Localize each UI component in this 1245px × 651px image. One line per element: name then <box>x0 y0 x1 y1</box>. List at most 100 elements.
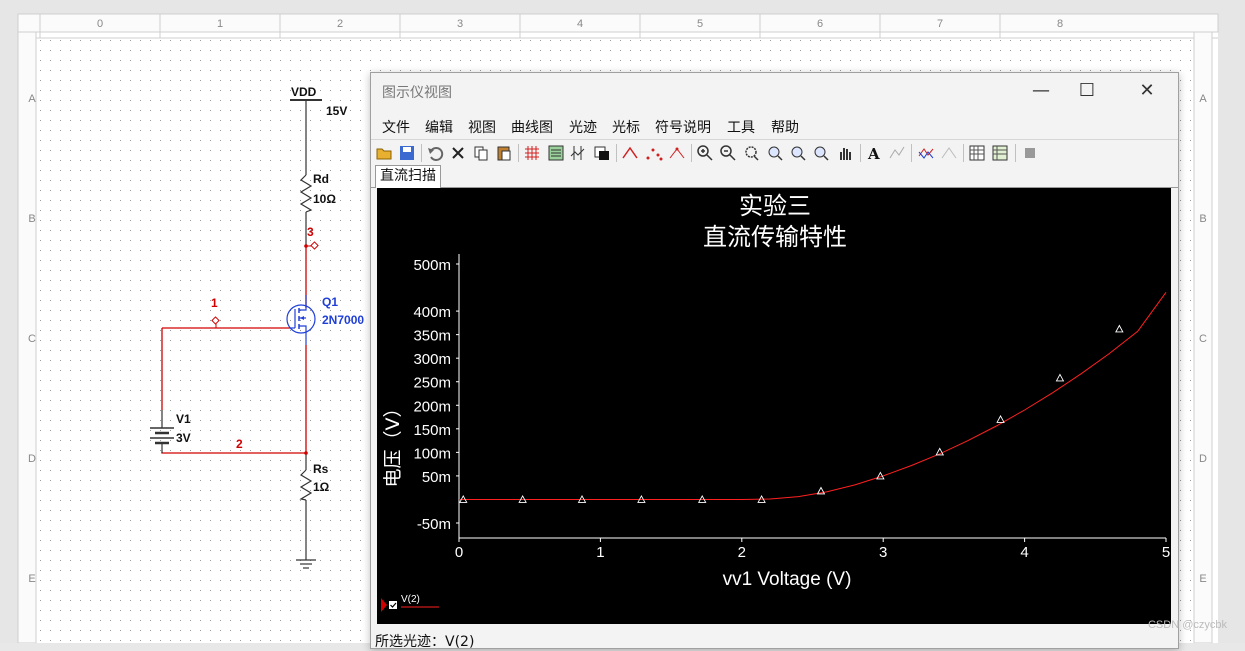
ruler-row-label-right: C <box>1199 333 1207 345</box>
paste-icon[interactable] <box>495 144 513 162</box>
rs-value: 1Ω <box>313 480 330 494</box>
v1-value: 3V <box>176 431 191 445</box>
undo-icon[interactable] <box>426 144 444 162</box>
copy-icon[interactable] <box>472 144 490 162</box>
cut-icon[interactable] <box>449 144 467 162</box>
ruler-row-label: C <box>28 333 36 345</box>
v1-name: V1 <box>176 412 191 426</box>
ruler-row-label: B <box>28 213 35 225</box>
ruler-row-label-right: E <box>1199 573 1206 585</box>
legend-icon[interactable] <box>547 144 565 162</box>
rs-name: Rs <box>313 462 329 476</box>
tab-dc-sweep[interactable]: 直流扫描 <box>375 165 441 188</box>
ruler-col-label: 6 <box>817 18 823 30</box>
x-tick-label: 1 <box>596 544 604 561</box>
window-title: 图示仪视图 <box>382 85 452 101</box>
text-annotation-icon[interactable]: A <box>865 144 883 162</box>
title-bar[interactable]: 图示仪视图 — ☐ ✕ <box>371 73 1178 109</box>
vdd-label: VDD <box>291 85 317 99</box>
menu-trace[interactable]: 光迹 <box>569 117 597 137</box>
cursors-icon[interactable] <box>569 144 587 162</box>
ruler-row-label: D <box>28 453 36 465</box>
plot-area[interactable]: 实验三 直流传输特性 500m400m350m300m250m200m150m1… <box>377 188 1171 624</box>
menu-edit[interactable]: 编辑 <box>425 117 453 137</box>
vdd-value: 15V <box>326 104 347 118</box>
tab-strip: 直流扫描 <box>371 165 1178 188</box>
y-tick-label: -50m <box>417 516 451 533</box>
export-excel-icon[interactable] <box>991 144 1009 162</box>
y-tick-label: 350m <box>413 328 451 345</box>
minimize-button[interactable]: — <box>1018 77 1064 105</box>
add-trace-icon[interactable] <box>940 144 958 162</box>
menu-graph[interactable]: 曲线图 <box>511 117 553 137</box>
pan-hand-icon[interactable] <box>836 144 854 162</box>
menu-tools[interactable]: 工具 <box>727 117 755 137</box>
rd-name: Rd <box>313 172 329 186</box>
y-tick-label: 150m <box>413 422 451 439</box>
legend-label: V(2) <box>401 594 420 605</box>
menu-file[interactable]: 文件 <box>382 117 410 137</box>
ruler-col-label: 0 <box>97 18 103 30</box>
ruler-row-label-right: B <box>1199 213 1206 225</box>
zoom-out-icon[interactable] <box>719 144 737 162</box>
x-axis-label: vv1 Voltage (V) <box>723 569 852 590</box>
menu-legend[interactable]: 符号说明 <box>655 117 711 137</box>
node-2-label: 2 <box>236 437 243 451</box>
dot-trace-icon[interactable] <box>645 144 663 162</box>
svg-text:A: A <box>867 145 880 162</box>
y-tick-label: 400m <box>413 304 451 321</box>
maximize-button[interactable]: ☐ <box>1064 77 1110 105</box>
ruler-col-label: 2 <box>337 18 343 30</box>
x-tick-label: 0 <box>455 544 463 561</box>
menu-cursor[interactable]: 光标 <box>612 117 640 137</box>
zoom-x-icon[interactable] <box>766 144 784 162</box>
zoom-area-icon[interactable] <box>742 144 760 162</box>
label-icon[interactable] <box>888 144 906 162</box>
grid-icon[interactable] <box>523 144 541 162</box>
close-button[interactable]: ✕ <box>1124 77 1170 105</box>
zoom-in-icon[interactable] <box>696 144 714 162</box>
y-axis-label: 电压（V） <box>382 399 404 488</box>
ruler-row-label: E <box>28 573 35 585</box>
x-tick-label: 3 <box>879 544 887 561</box>
ruler-col-label: 3 <box>457 18 463 30</box>
y-tick-label: 500m <box>413 257 451 274</box>
toolbar: A <box>371 139 1178 166</box>
grapher-window[interactable]: 图示仪视图 — ☐ ✕ 文件 编辑 视图 曲线图 光迹 光标 符号说明 工具 帮… <box>370 72 1179 650</box>
open-icon[interactable] <box>375 144 393 162</box>
ruler-col-label: 5 <box>697 18 703 30</box>
line-dot-trace-icon[interactable] <box>668 144 686 162</box>
ruler-row-label: A <box>28 93 36 105</box>
menu-view[interactable]: 视图 <box>468 117 496 137</box>
stop-icon[interactable] <box>1021 144 1039 162</box>
ruler-col-label: 7 <box>937 18 943 30</box>
zoom-y-icon[interactable] <box>789 144 807 162</box>
overlay-traces-icon[interactable] <box>917 144 935 162</box>
x-tick-label: 2 <box>738 544 746 561</box>
top-ruler <box>17 13 1219 33</box>
export-icon[interactable] <box>968 144 986 162</box>
legend-checkbox[interactable] <box>389 601 397 609</box>
dark-background-icon[interactable] <box>593 144 611 162</box>
close-icon: ✕ <box>1139 80 1155 101</box>
status-bar: 所选光迹：V(2) <box>371 629 1178 650</box>
menu-help[interactable]: 帮助 <box>771 117 799 137</box>
x-tick-label: 4 <box>1020 544 1028 561</box>
line-trace-icon[interactable] <box>621 144 639 162</box>
y-tick-label: 100m <box>413 445 451 462</box>
zoom-full-icon[interactable] <box>812 144 830 162</box>
q1-model: 2N7000 <box>322 313 364 327</box>
y-tick-label: 250m <box>413 375 451 392</box>
ruler-row-label-right: A <box>1199 93 1207 105</box>
watermark: CSDN @czycbk <box>1147 619 1227 631</box>
minimize-icon: — <box>1032 80 1050 101</box>
node-1-label: 1 <box>211 296 218 310</box>
save-icon[interactable] <box>398 144 416 162</box>
node-3-label: 3 <box>307 225 314 239</box>
selected-trace-status: 所选光迹：V(2) <box>375 634 475 650</box>
q1-name: Q1 <box>322 295 338 309</box>
chart-title: 实验三 <box>739 192 811 220</box>
y-tick-label: 300m <box>413 351 451 368</box>
ruler-col-label: 8 <box>1057 18 1063 30</box>
rd-value: 10Ω <box>313 192 336 206</box>
